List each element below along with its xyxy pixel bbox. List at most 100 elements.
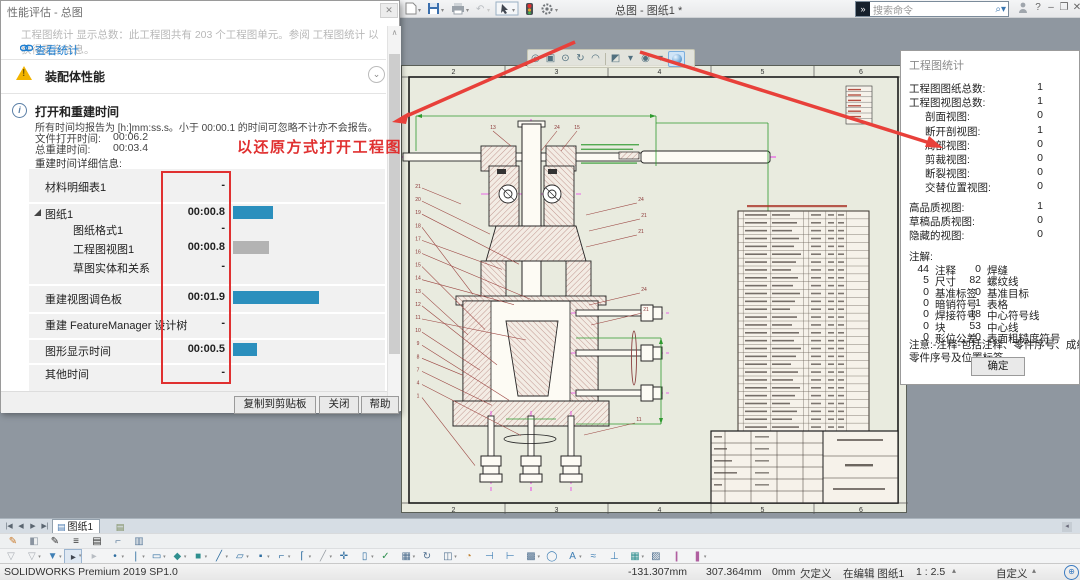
check-icon[interactable]: ✓	[376, 549, 394, 564]
visibility-icon[interactable]: ◉	[638, 51, 653, 66]
pin-left-icon[interactable]: ⊣	[480, 549, 498, 564]
point-icon[interactable]: •▾	[106, 549, 124, 564]
box-solid-icon[interactable]: ■▾	[189, 549, 207, 564]
edge-color-icon[interactable]: ◧	[25, 534, 43, 549]
view-orientation-button[interactable]	[668, 51, 685, 67]
user-account-icon[interactable]	[1016, 2, 1030, 16]
hide-edge-icon[interactable]: ⌐	[109, 534, 127, 549]
section-icon[interactable]: ◫▾	[439, 549, 457, 564]
pan-icon[interactable]: ◠	[588, 51, 603, 66]
heads-up-view-toolbar[interactable]: ◎▣⊙↻◠◩▾◉▾	[527, 49, 695, 68]
stat-value: 0	[1029, 152, 1043, 164]
copy-to-clipboard-button[interactable]: 复制到剪贴板	[234, 396, 316, 414]
caret-icon[interactable]: ▾	[653, 51, 668, 66]
scroll-up-icon[interactable]: ∧	[388, 28, 401, 37]
sheet-nav-icon[interactable]: ◀	[15, 520, 27, 533]
select-ghost-icon[interactable]: ▸	[85, 549, 103, 564]
table-icon[interactable]: ▦▾	[626, 549, 644, 564]
line-color-icon[interactable]: ✎	[46, 534, 64, 549]
zoom-icon[interactable]: ⊙	[558, 51, 573, 66]
filter-funnel-icon[interactable]: ▽	[2, 549, 20, 564]
balloon-icon[interactable]: ◯	[543, 549, 561, 564]
close-button[interactable]: ✕	[1070, 2, 1080, 13]
line-thickness-icon[interactable]: ≡	[67, 534, 85, 549]
contour-icon[interactable]: ⌐▾	[272, 549, 290, 564]
dialog-scrollbar[interactable]: ∧ ∨	[387, 26, 401, 411]
quick-tip-globe-icon[interactable]: ⊕	[1064, 565, 1079, 580]
display-icon[interactable]: ▦▾	[397, 549, 415, 564]
screen-capture-icon[interactable]: ▩▾	[522, 549, 540, 564]
restore-button[interactable]: ❐	[1057, 2, 1071, 13]
annotation-count: 1	[963, 297, 981, 309]
frame-icon[interactable]: ▯▾	[356, 549, 374, 564]
rotate-icon[interactable]: ↻	[418, 549, 436, 564]
filter-active-icon[interactable]: ▼▾	[44, 549, 62, 564]
sheet-nav-icon[interactable]: ▶|	[39, 520, 51, 533]
datum-icon[interactable]: ⊥	[605, 549, 623, 564]
edge-icon[interactable]: ╱▾	[210, 549, 228, 564]
hscroll-arrow-icon[interactable]: ◂	[1062, 522, 1072, 532]
chevron-icon[interactable]: ▴	[1032, 566, 1036, 575]
sheet-nav-icon[interactable]: |◀	[3, 520, 15, 533]
chevron-icon[interactable]: ▴	[952, 566, 956, 575]
minimize-button[interactable]: –	[1044, 2, 1058, 13]
svg-text:24: 24	[641, 287, 647, 293]
select-tool-icon[interactable]: ▾	[496, 2, 518, 15]
rotate-view-icon[interactable]: ↻	[573, 51, 588, 66]
appearance-icon[interactable]: ◔	[460, 549, 478, 564]
layer-icon[interactable]: ▥	[130, 534, 148, 549]
options-gear-icon[interactable]: ▾	[543, 5, 559, 15]
help-button[interactable]: ?	[1031, 2, 1045, 13]
svg-text:13: 13	[415, 289, 421, 295]
search-magnifier-icon[interactable]: ⌕▾	[995, 4, 1008, 15]
command-search[interactable]: » 搜索命令 ⌕▾	[855, 1, 1009, 17]
layer-properties-icon[interactable]: ✎	[4, 534, 22, 549]
select-arrow-icon[interactable]: ▸▾	[64, 549, 82, 564]
chevron-down-icon[interactable]: ⌄	[368, 66, 385, 83]
svg-text:4: 4	[658, 69, 662, 76]
view-statistics-link[interactable]: 查看统计	[35, 42, 79, 58]
pin-right-icon[interactable]: ⊢	[501, 549, 519, 564]
pin2-icon[interactable]: ❚▾	[688, 549, 706, 564]
centerline-icon[interactable]: ╱▾	[314, 549, 332, 564]
target-icon[interactable]: ✛	[335, 549, 353, 564]
close-dialog-button[interactable]: 关闭	[319, 396, 359, 414]
rect-icon[interactable]: ▭▾	[148, 549, 166, 564]
add-sheet-button[interactable]: ▤	[112, 521, 128, 533]
dialog-close-button[interactable]: ✕	[380, 3, 398, 18]
rebuild-traffic-light-icon[interactable]	[526, 3, 533, 15]
box-icon[interactable]: ◆▾	[168, 549, 186, 564]
units-selector[interactable]: 自定义	[996, 566, 1028, 580]
note-icon[interactable]: A▾	[564, 549, 582, 564]
sheet-scale[interactable]: 1 : 2.5	[916, 566, 945, 578]
expander-triangle-icon[interactable]	[34, 209, 41, 216]
line-icon[interactable]: ❘▾	[127, 549, 145, 564]
ok-button[interactable]: 确定	[971, 357, 1025, 376]
filter-funnel-icon[interactable]: ▽▾	[23, 549, 41, 564]
zoom-fit-icon[interactable]: ◎	[528, 51, 543, 66]
svg-text:15: 15	[415, 263, 421, 269]
image-icon[interactable]: ▨	[647, 549, 665, 564]
weld-icon[interactable]: ≈	[584, 549, 602, 564]
pin-icon[interactable]: ❙	[668, 549, 686, 564]
svg-text:9: 9	[417, 341, 420, 347]
quick-access-toolbar[interactable]: ▾ ▾ ▾ ↶▾ ▾ ▾	[404, 1, 614, 16]
undo-icon[interactable]: ↶▾	[476, 4, 490, 15]
plane-icon[interactable]: ▱▾	[231, 549, 249, 564]
vertex-icon[interactable]: ▪▾	[252, 549, 270, 564]
save-icon[interactable]: ▾	[428, 3, 444, 14]
zoom-area-icon[interactable]: ▣	[543, 51, 558, 66]
help-button[interactable]: 帮助	[361, 396, 399, 414]
polyline-icon[interactable]: ⌈▾	[293, 549, 311, 564]
new-file-icon[interactable]: ▾	[406, 3, 421, 14]
sheet-nav-icon[interactable]: ▶	[27, 520, 39, 533]
search-input[interactable]: 搜索命令	[870, 2, 995, 17]
line-style-icon[interactable]: ▤	[88, 534, 106, 549]
print-icon[interactable]: ▾	[452, 3, 469, 14]
scrollbar-thumb[interactable]	[389, 54, 400, 354]
annotation-count: 0	[963, 286, 981, 298]
annotation-count: 18	[963, 308, 981, 320]
caret-icon[interactable]: ▾	[623, 51, 638, 66]
display-style-icon[interactable]: ◩	[608, 51, 623, 66]
drawing-sheet[interactable]: 2233445566212019181716151413121110987411…	[401, 65, 907, 513]
